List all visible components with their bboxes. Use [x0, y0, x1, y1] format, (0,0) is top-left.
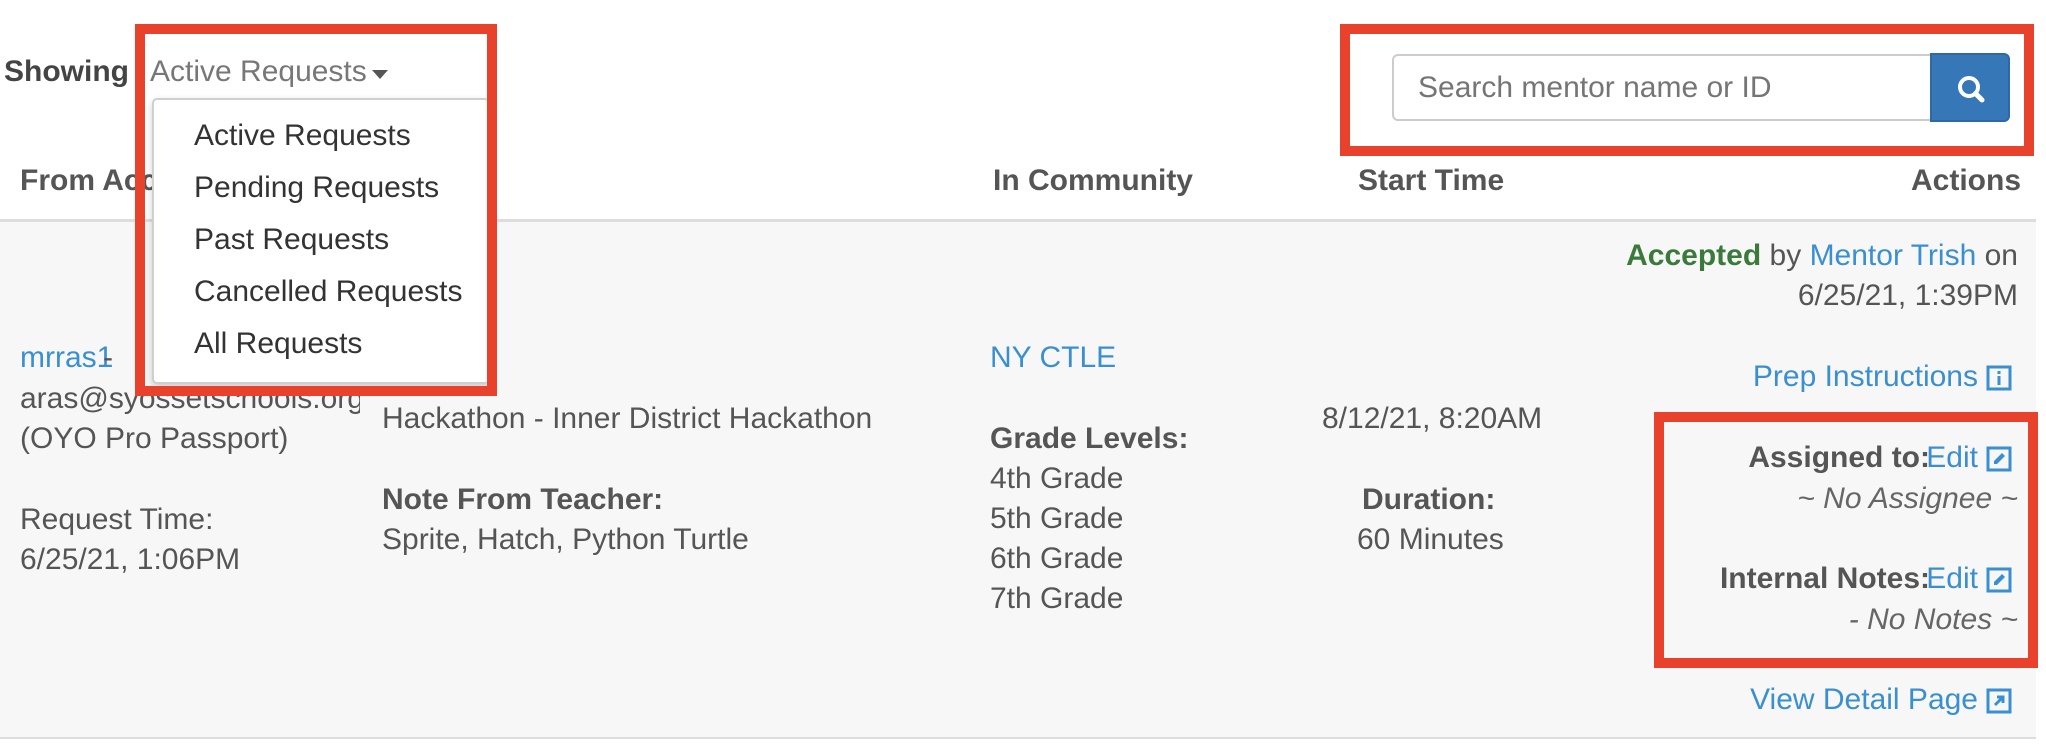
- search-icon: [1958, 76, 1985, 103]
- no-assignee-text: ~ No Assignee ~: [1797, 482, 2018, 515]
- edit-icon[interactable]: [1986, 567, 2012, 593]
- by-text: by: [1769, 239, 1802, 272]
- grade-item: 5th Grade: [990, 502, 1124, 535]
- grade-item: 7th Grade: [990, 582, 1124, 615]
- on-text: on: [1984, 239, 2018, 272]
- dropdown-item-cancelled[interactable]: Cancelled Requests: [194, 272, 463, 312]
- duration-value: 60 Minutes: [1357, 523, 1504, 556]
- duration-label: Duration:: [1362, 483, 1496, 516]
- username-link[interactable]: mrras1: [20, 338, 113, 378]
- header-actions: Actions: [1911, 164, 2022, 197]
- grade-levels-label: Grade Levels:: [990, 422, 1189, 455]
- header-community: In Community: [993, 164, 1193, 197]
- chevron-down-icon[interactable]: [372, 70, 388, 79]
- edit-icon[interactable]: [1986, 446, 2012, 472]
- dropdown-item-active[interactable]: Active Requests: [194, 116, 411, 156]
- mentor-link[interactable]: Mentor Trish: [1810, 239, 1977, 272]
- request-time-label: Request Time:: [20, 503, 214, 536]
- grade-item: 4th Grade: [990, 462, 1124, 495]
- start-time-value: 8/12/21, 8:20AM: [1322, 402, 1543, 435]
- grade-item: 6th Grade: [990, 542, 1124, 575]
- dropdown-item-past[interactable]: Past Requests: [194, 220, 389, 260]
- notes-edit-link[interactable]: Edit: [1926, 559, 1978, 599]
- request-time-value: 6/25/21, 1:06PM: [20, 543, 241, 576]
- external-link-icon[interactable]: [1986, 688, 2012, 714]
- assigned-edit-link[interactable]: Edit: [1926, 438, 1978, 478]
- username-dash: -: [103, 341, 113, 374]
- assigned-to-label: Assigned to:: [1748, 441, 1930, 474]
- event-name: Hackathon - Inner District Hackathon: [382, 402, 873, 435]
- prep-instructions-link[interactable]: Prep Instructions: [1753, 357, 1978, 397]
- email-text: aras@syossetschools.org: [20, 382, 360, 415]
- accepted-status-line: Accepted by Mentor Trish on: [1626, 236, 2018, 276]
- search-button[interactable]: [1930, 53, 2010, 122]
- info-icon[interactable]: [1986, 365, 2012, 391]
- header-from: From Acc: [20, 164, 158, 197]
- view-detail-link[interactable]: View Detail Page: [1750, 680, 1978, 720]
- filter-dropdown-menu: Active Requests Pending Requests Past Re…: [152, 98, 490, 384]
- search-input[interactable]: [1392, 54, 1932, 121]
- community-link[interactable]: NY CTLE: [990, 338, 1116, 378]
- passport-text: (OYO Pro Passport): [20, 422, 289, 455]
- note-label: Note From Teacher:: [382, 483, 664, 516]
- dropdown-item-pending[interactable]: Pending Requests: [194, 168, 439, 208]
- note-text: Sprite, Hatch, Python Turtle: [382, 523, 749, 556]
- filter-select[interactable]: Active Requests: [150, 52, 367, 92]
- header-start-time: Start Time: [1358, 164, 1505, 197]
- internal-notes-label: Internal Notes:: [1719, 562, 1930, 595]
- accepted-status: Accepted: [1626, 239, 1762, 272]
- accepted-date: 6/25/21, 1:39PM: [1797, 279, 2018, 312]
- no-notes-text: - No Notes ~: [1848, 603, 2018, 636]
- showing-label: Showing: [4, 55, 129, 88]
- dropdown-item-all[interactable]: All Requests: [194, 324, 362, 364]
